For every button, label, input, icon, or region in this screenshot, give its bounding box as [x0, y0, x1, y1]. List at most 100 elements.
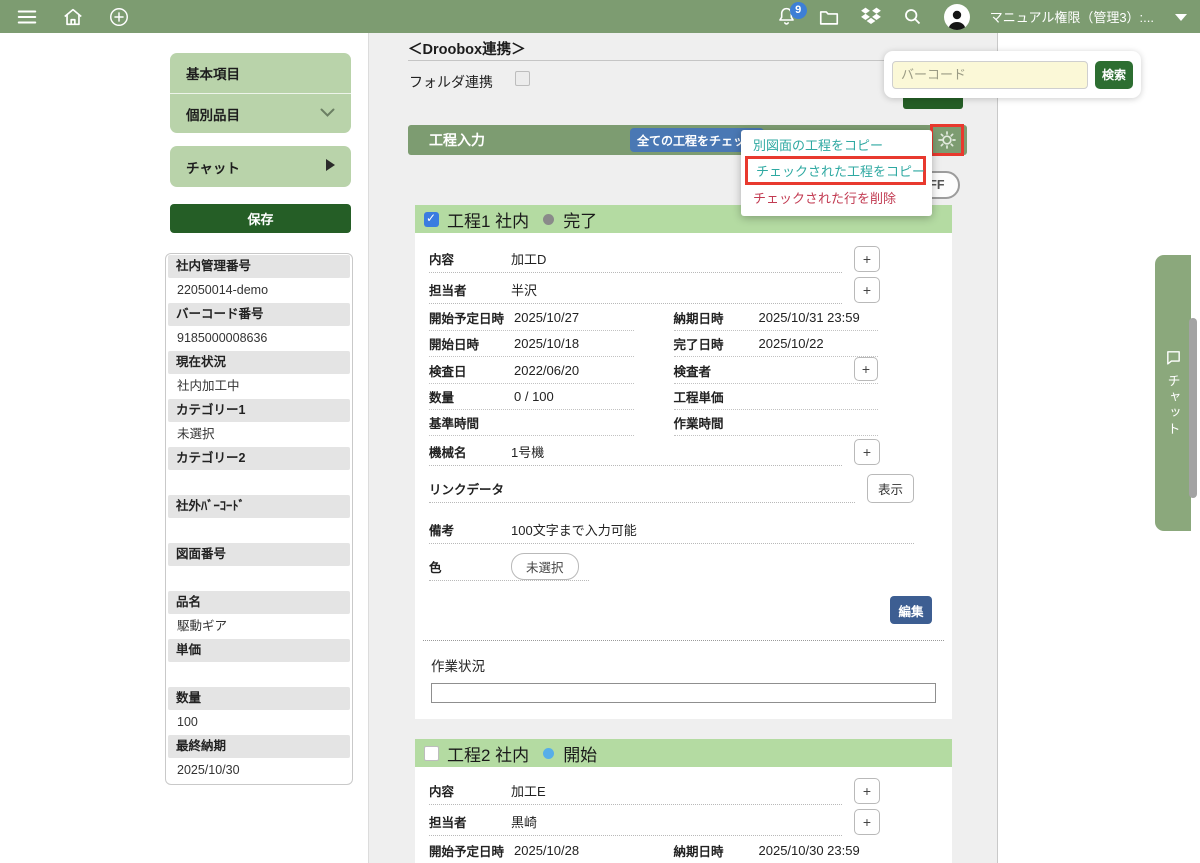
field-label: 機械名 — [429, 442, 511, 461]
search-icon[interactable] — [902, 6, 924, 28]
field-label: 工程単価 — [674, 387, 759, 406]
annotation-box-menu-item: チェックされた工程をコピー — [745, 156, 926, 185]
field-row-pair: 開始予定日時2025/10/28 納期日時2025/10/30 23:59 — [429, 837, 878, 863]
field-label: 単価 — [168, 639, 350, 662]
field-row-pair: 開始予定日時2025/10/27 納期日時2025/10/31 23:59 — [429, 305, 878, 331]
barcode-input[interactable] — [892, 61, 1088, 89]
gear-icon[interactable] — [937, 130, 957, 150]
process2-checkbox[interactable] — [424, 746, 439, 761]
field-value: 加工D — [511, 249, 546, 268]
show-link-data-button[interactable]: 表示 — [867, 474, 914, 503]
add-inspector-button[interactable]: + — [854, 357, 878, 381]
chat-side-tab[interactable]: チャット — [1155, 255, 1191, 531]
field-value — [167, 470, 351, 495]
field-value: 2022/06/20 — [514, 363, 579, 378]
field-label: 最終納期 — [168, 735, 350, 758]
barcode-search-popup: 検索 — [884, 51, 1141, 98]
process1-title: 工程1 社内 — [447, 207, 529, 232]
dropbox-icon[interactable] — [860, 6, 882, 28]
add-person-button[interactable]: + — [854, 277, 880, 303]
folder-link-checkbox[interactable] — [515, 71, 530, 86]
sidebar-item-label: 基本項目 — [186, 63, 240, 83]
status-dot-start — [543, 748, 554, 759]
chat-bubble-icon — [1165, 349, 1182, 366]
field-label: 社内管理番号 — [168, 255, 350, 278]
field-label: 納期日時 — [674, 308, 759, 327]
notifications-bell-icon[interactable]: 9 — [776, 6, 798, 28]
process2-status: 開始 — [563, 741, 597, 766]
field-value — [167, 518, 351, 543]
status-dot-done — [543, 214, 554, 225]
field-label: 基準時間 — [429, 413, 514, 432]
process-input-title: 工程入力 — [429, 130, 485, 150]
chevron-right-icon — [326, 159, 335, 174]
field-label: 検査者 — [674, 361, 759, 380]
process2-title: 工程2 社内 — [447, 741, 529, 766]
field-label: 検査日 — [429, 361, 514, 380]
field-row: 備考100文字まで入力可能 — [429, 514, 938, 545]
annotation-box-gear — [930, 124, 964, 156]
save-button[interactable]: 保存 — [170, 204, 351, 233]
add-machine-button[interactable]: + — [854, 439, 880, 465]
add-content-button[interactable]: + — [854, 246, 880, 272]
add-person-button[interactable]: + — [854, 809, 880, 835]
field-row: 内容加工D + — [429, 243, 938, 274]
barcode-search-button[interactable]: 検索 — [1095, 61, 1133, 89]
topbar: 9 マニュアル権限（管理3）:... — [0, 0, 1200, 33]
process2-card: 工程2 社内 開始 内容加工E + 担当者黒崎 + 開始予定日時2025/10/… — [415, 739, 952, 863]
field-row: 担当者半沢 + — [429, 274, 938, 305]
field-label: 担当者 — [429, 280, 511, 299]
field-value: 100文字まで入力可能 — [511, 520, 637, 539]
process1-card: 工程1 社内 完了 内容加工D + 担当者半沢 + 開始予定日時2025/10/… — [415, 205, 952, 719]
add-content-button[interactable]: + — [854, 778, 880, 804]
work-status-input[interactable] — [431, 683, 936, 703]
caret-down-icon[interactable] — [1174, 6, 1188, 28]
hamburger-menu-icon[interactable] — [16, 6, 38, 28]
sidebar-item-chat[interactable]: チャット — [170, 146, 351, 187]
field-row-pair: 基準時間 作業時間 — [429, 410, 878, 436]
field-value: 2025/10/30 — [167, 758, 351, 783]
field-label: 担当者 — [429, 812, 511, 831]
field-label: 完了日時 — [674, 334, 759, 353]
field-label: 開始予定日時 — [429, 308, 514, 327]
field-value: 2025/10/22 — [759, 336, 824, 351]
field-value: 9185000008636 — [167, 326, 351, 351]
field-value: 22050014-demo — [167, 278, 351, 303]
sidebar-item-individual[interactable]: 個別品目 — [170, 93, 351, 133]
menu-item-copy-other-drawing[interactable]: 別図面の工程をコピー — [753, 135, 883, 157]
home-icon[interactable] — [62, 6, 84, 28]
folder-icon[interactable] — [818, 6, 840, 28]
user-menu-label[interactable]: マニュアル権限（管理3）:... — [990, 7, 1154, 26]
color-select-pill[interactable]: 未選択 — [511, 553, 579, 580]
field-value: 1号機 — [511, 442, 544, 461]
field-value: 2025/10/31 23:59 — [759, 310, 860, 325]
field-label: バーコード番号 — [168, 303, 350, 326]
field-label: カテゴリー2 — [168, 447, 350, 470]
vertical-scrollbar-thumb[interactable] — [1189, 318, 1197, 498]
sidebar-item-basic[interactable]: 基本項目 — [170, 53, 351, 93]
field-value: 社内加工中 — [167, 374, 351, 399]
field-label: 作業時間 — [674, 413, 759, 432]
field-row: 担当者黒崎 + — [429, 806, 938, 837]
field-label: 色 — [429, 557, 511, 576]
edit-button[interactable]: 編集 — [890, 596, 932, 624]
folder-link-label: フォルダ連携 — [409, 72, 493, 92]
field-value — [167, 662, 351, 687]
add-new-icon[interactable] — [108, 6, 130, 28]
work-status-label: 作業状況 — [431, 655, 938, 675]
field-row-pair: 数量0 / 100 工程単価 — [429, 384, 878, 410]
field-label: 内容 — [429, 781, 511, 800]
field-row: 内容加工E + — [429, 775, 938, 806]
sidebar-item-label: チャット — [186, 157, 240, 177]
field-value: 0 / 100 — [514, 389, 554, 404]
menu-item-copy-checked-process[interactable]: チェックされた工程をコピー — [748, 161, 925, 180]
field-value: 2025/10/27 — [514, 310, 579, 325]
field-label: カテゴリー1 — [168, 399, 350, 422]
chat-tab-label: チャット — [1164, 374, 1183, 438]
menu-item-delete-checked-rows[interactable]: チェックされた行を削除 — [753, 188, 896, 210]
user-avatar[interactable] — [944, 4, 970, 30]
process1-checkbox[interactable] — [424, 212, 439, 227]
field-row: リンクデータ 表示 — [429, 473, 938, 504]
field-value: 2025/10/30 23:59 — [759, 843, 860, 858]
field-value: 2025/10/28 — [514, 843, 579, 858]
